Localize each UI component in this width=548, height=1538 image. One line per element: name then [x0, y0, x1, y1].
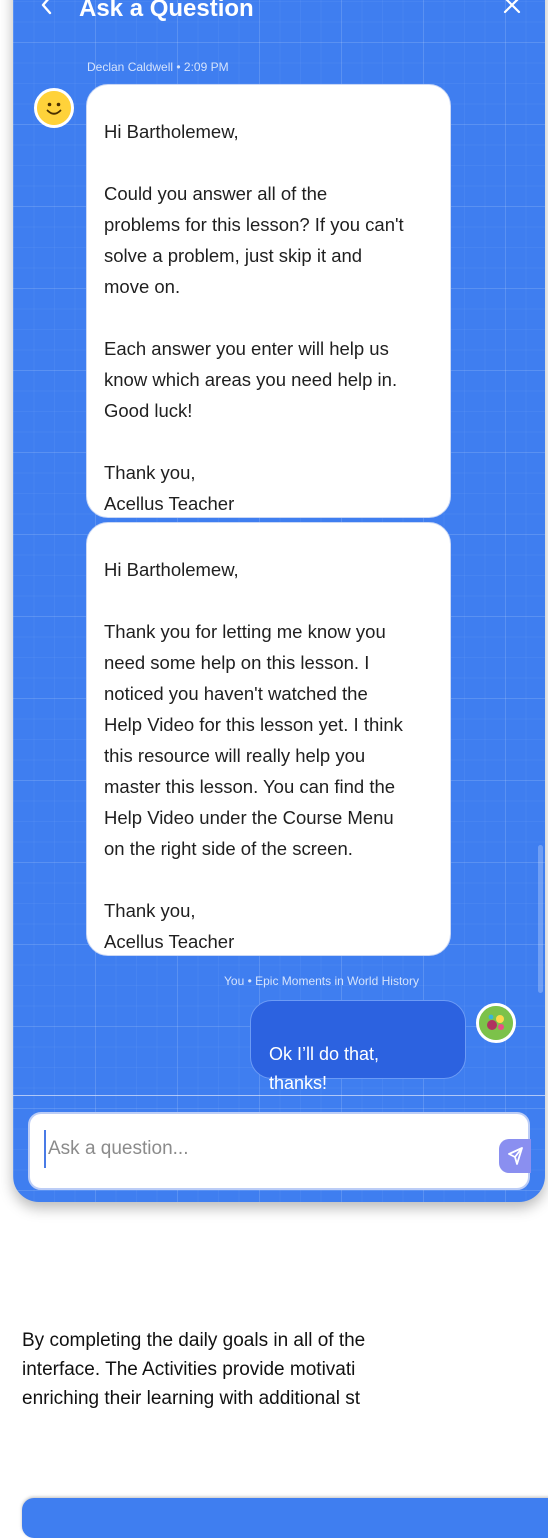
message-meta: Declan Caldwell • 2:09 PM: [87, 60, 229, 74]
planet-avatar-icon: [476, 1003, 516, 1043]
question-input[interactable]: [44, 1130, 470, 1168]
reply-meta: You • Epic Moments in World History: [224, 974, 419, 988]
panel-title: Ask a Question: [79, 0, 254, 22]
composer-divider: [13, 1095, 545, 1096]
reply-bubble: Ok I’ll do that, thanks!: [250, 1000, 466, 1093]
send-button[interactable]: [499, 1139, 531, 1173]
chat-panel: Ask a Question Declan Caldwell • 2:09 PM…: [13, 0, 545, 1202]
body-line: By completing the daily goals in all of …: [22, 1330, 366, 1351]
next-card: [22, 1498, 548, 1538]
body-line: interface. The Activities provide motiva…: [22, 1359, 356, 1380]
message-bubble: Hi Bartholemew, Could you answer all of …: [86, 84, 451, 518]
smiley-icon: [34, 88, 74, 128]
message-bubble: Hi Bartholemew, Thank you for letting me…: [86, 522, 451, 956]
message-text: Hi Bartholemew, Could you answer all of …: [104, 121, 404, 514]
back-chevron-icon[interactable]: [39, 0, 55, 21]
scrollbar[interactable]: [538, 845, 543, 993]
reply-text: Ok I’ll do that, thanks!: [269, 1044, 380, 1093]
message-text: Hi Bartholemew, Thank you for letting me…: [104, 559, 403, 952]
body-paragraph: By completing the daily goals in all of …: [22, 1326, 548, 1413]
send-icon: [499, 1147, 531, 1177]
close-icon[interactable]: [501, 0, 523, 21]
body-line: enriching their learning with additional…: [22, 1388, 360, 1409]
composer: [28, 1112, 531, 1190]
